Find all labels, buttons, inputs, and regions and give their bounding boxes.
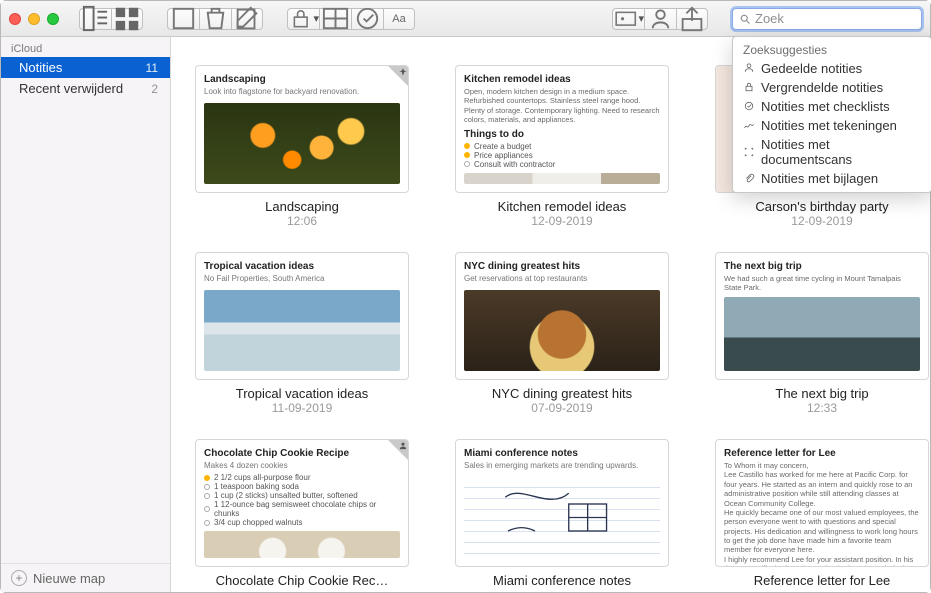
note-card[interactable]: The next big trip We had such a great ti…: [715, 252, 929, 415]
note-title: Miami conference notes: [455, 573, 669, 588]
sidebar: iCloud Notities 11 Recent verwijderd 2 +…: [1, 37, 171, 592]
pin-icon: [387, 65, 409, 87]
scan-icon: [743, 146, 755, 158]
table-button[interactable]: [319, 8, 351, 30]
toolbar: ▾ Aa ▾ Zoek Zoeksuggesties Gedeelde noti…: [1, 1, 930, 37]
note-card[interactable]: Kitchen remodel ideas Open, modern kitch…: [455, 65, 669, 228]
search-icon: [739, 13, 751, 25]
lock-icon: [743, 81, 755, 93]
suggestion-checklist-notes[interactable]: Notities met checklists: [733, 97, 931, 116]
note-date: 12-09-2019: [455, 214, 669, 228]
note-card[interactable]: Chocolate Chip Cookie Recipe Makes 4 doz…: [195, 439, 409, 588]
suggestion-shared-notes[interactable]: Gedeelde notities: [733, 59, 931, 78]
thumbnail-image: [204, 531, 400, 558]
thumbnail-image: [464, 173, 660, 185]
zoom-window-button[interactable]: [47, 13, 59, 25]
thumbnail-image: [204, 103, 400, 184]
suggestion-attachment-notes[interactable]: Notities met bijlagen: [733, 169, 931, 188]
collaborate-button[interactable]: [644, 8, 676, 30]
paperclip-icon: [743, 172, 755, 184]
note-title: Reference letter for Lee: [715, 573, 929, 588]
list-view-button[interactable]: [79, 8, 111, 30]
new-folder-button[interactable]: + Nieuwe map: [1, 563, 170, 592]
thumbnail-image: [204, 290, 400, 371]
note-title: Tropical vacation ideas: [195, 386, 409, 401]
suggestion-drawing-notes[interactable]: Notities met tekeningen: [733, 116, 931, 135]
lock-button[interactable]: ▾: [287, 8, 319, 30]
people-icon: [743, 62, 755, 74]
close-window-button[interactable]: [9, 13, 21, 25]
note-title: Kitchen remodel ideas: [455, 199, 669, 214]
note-card[interactable]: Reference letter for Lee To Whom it may …: [715, 439, 929, 588]
media-button[interactable]: ▾: [612, 8, 644, 30]
note-title: Carson's birthday party: [715, 199, 929, 214]
checklist-icon: [743, 100, 755, 112]
note-card[interactable]: Landscaping Look into flagstone for back…: [195, 65, 409, 228]
note-card[interactable]: NYC dining greatest hits Get reservation…: [455, 252, 669, 415]
search-field[interactable]: Zoek: [732, 8, 922, 30]
plus-icon: +: [11, 570, 27, 586]
note-title: Landscaping: [195, 199, 409, 214]
note-card[interactable]: Miami conference notes Sales in emerging…: [455, 439, 669, 588]
search-placeholder: Zoek: [755, 11, 784, 26]
suggestions-header: Zoeksuggesties: [733, 39, 931, 59]
thumbnail-image: [464, 290, 660, 371]
scribble-icon: [743, 119, 755, 131]
note-card[interactable]: Tropical vacation ideas No Fail Properti…: [195, 252, 409, 415]
note-date: 11-09-2019: [195, 401, 409, 415]
note-title: Chocolate Chip Cookie Rec…: [195, 573, 409, 588]
note-date: 12:33: [715, 401, 929, 415]
suggestion-scan-notes[interactable]: Notities met documentscans: [733, 135, 931, 169]
search-suggestions-popover: Zoeksuggesties Gedeelde notities Vergren…: [732, 36, 931, 193]
window-controls: [9, 13, 59, 25]
delete-button[interactable]: [199, 8, 231, 30]
attach-button[interactable]: [167, 8, 199, 30]
shared-icon: [387, 439, 409, 461]
sidebar-account-label: iCloud: [1, 37, 170, 57]
format-button[interactable]: Aa: [383, 8, 415, 30]
sidebar-item-notes[interactable]: Notities 11: [1, 57, 170, 78]
note-date: 12:06: [195, 214, 409, 228]
new-note-button[interactable]: [231, 8, 263, 30]
sidebar-item-recently-deleted[interactable]: Recent verwijderd 2: [1, 78, 170, 99]
suggestion-locked-notes[interactable]: Vergrendelde notities: [733, 78, 931, 97]
note-date: 07-09-2019: [455, 401, 669, 415]
share-button[interactable]: [676, 8, 708, 30]
minimize-window-button[interactable]: [28, 13, 40, 25]
thumbnail-image: [464, 477, 660, 558]
note-title: NYC dining greatest hits: [455, 386, 669, 401]
note-date: 12-09-2019: [715, 214, 929, 228]
checklist-button[interactable]: [351, 8, 383, 30]
note-title: The next big trip: [715, 386, 929, 401]
gallery-view-button[interactable]: [111, 8, 143, 30]
thumbnail-image: [724, 297, 920, 371]
